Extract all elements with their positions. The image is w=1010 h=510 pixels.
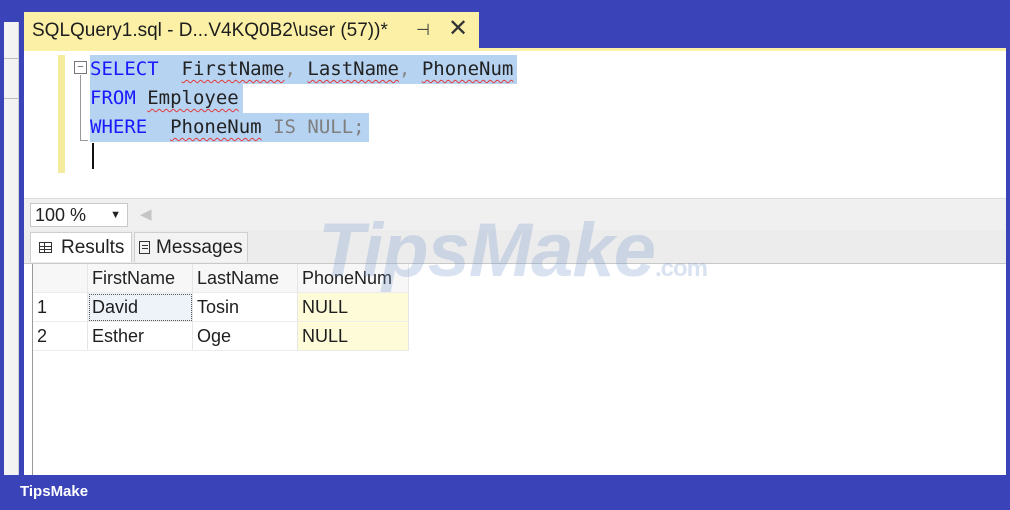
tab-messages[interactable]: Messages: [134, 232, 248, 262]
identifier: FirstName: [181, 58, 285, 80]
identifier: LastName: [307, 58, 399, 80]
column-header[interactable]: LastName: [192, 264, 298, 293]
zoom-value: 100 %: [35, 205, 87, 225]
keyword: WHERE: [90, 116, 148, 138]
scroll-left-icon[interactable]: ◀: [140, 205, 152, 223]
keyword: FROM: [90, 87, 136, 109]
code-line-select[interactable]: SELECT FirstName, LastName, PhoneNum: [90, 55, 518, 84]
pin-icon[interactable]: ⊣: [416, 20, 430, 40]
text-caret: [92, 143, 94, 169]
footer-bar: TipsMake: [0, 475, 1010, 510]
outline-line: [80, 75, 81, 141]
tab-results-label: Results: [61, 236, 125, 258]
results-grid: FirstName LastName PhoneNum 1 David Tosi…: [33, 264, 409, 351]
tab-messages-label: Messages: [156, 236, 243, 258]
tab-sqlquery1[interactable]: SQLQuery1.sql - D...V4KQ0B2\user (57))* …: [24, 12, 479, 50]
grid-header-row: FirstName LastName PhoneNum: [33, 264, 409, 293]
zoom-select[interactable]: 100 % ▼: [30, 203, 128, 227]
outline-line-end: [80, 140, 88, 141]
keyword: SELECT: [90, 58, 159, 80]
table-row: 1 David Tosin NULL: [33, 292, 409, 322]
tab-title: SQLQuery1.sql - D...V4KQ0B2\user (57))*: [32, 20, 388, 41]
grid-cell-null[interactable]: NULL: [297, 292, 409, 322]
left-toolbox-strip: [4, 22, 19, 475]
messages-icon: [139, 241, 150, 254]
change-tracking-bar: [58, 55, 65, 173]
tab-results[interactable]: Results: [30, 232, 132, 262]
comma: ,: [398, 58, 411, 80]
close-icon[interactable]: ✕: [448, 14, 468, 43]
grid-cell[interactable]: Esther: [87, 321, 193, 351]
zoom-bar: 100 % ▼ ◀: [24, 198, 1006, 231]
dropdown-arrow-icon[interactable]: ▼: [110, 204, 121, 226]
column-header[interactable]: FirstName: [87, 264, 193, 293]
table-row: 2 Esther Oge NULL: [33, 321, 409, 351]
grid-cell-null[interactable]: NULL: [297, 321, 409, 351]
row-number[interactable]: 1: [33, 292, 88, 322]
results-grid-panel: FirstName LastName PhoneNum 1 David Tosi…: [24, 263, 1006, 476]
query-editor[interactable]: − SELECT FirstName, LastName, PhoneNum F…: [24, 48, 1006, 201]
grid-corner[interactable]: [33, 264, 88, 293]
grid-cell[interactable]: Oge: [192, 321, 298, 351]
comma: ,: [284, 58, 296, 80]
document-tab-bar: SQLQuery1.sql - D...V4KQ0B2\user (57))* …: [24, 6, 1006, 50]
results-tab-bar: Results Messages: [24, 230, 1006, 263]
code-line-from[interactable]: FROM Employee: [90, 84, 243, 113]
footer-brand: TipsMake: [20, 483, 89, 500]
collapse-icon[interactable]: −: [74, 61, 87, 74]
identifier: PhoneNum: [421, 58, 514, 80]
column-header[interactable]: PhoneNum: [297, 264, 409, 293]
row-number[interactable]: 2: [33, 321, 88, 351]
keyword-is-null: IS NULL;: [273, 116, 365, 138]
grid-cell[interactable]: Tosin: [192, 292, 298, 322]
grid-icon: [39, 242, 52, 253]
grid-cell[interactable]: David: [87, 292, 193, 322]
identifier: PhoneNum: [170, 116, 262, 138]
code-line-where[interactable]: WHERE PhoneNum IS NULL;: [90, 113, 369, 142]
identifier: Employee: [147, 87, 239, 109]
